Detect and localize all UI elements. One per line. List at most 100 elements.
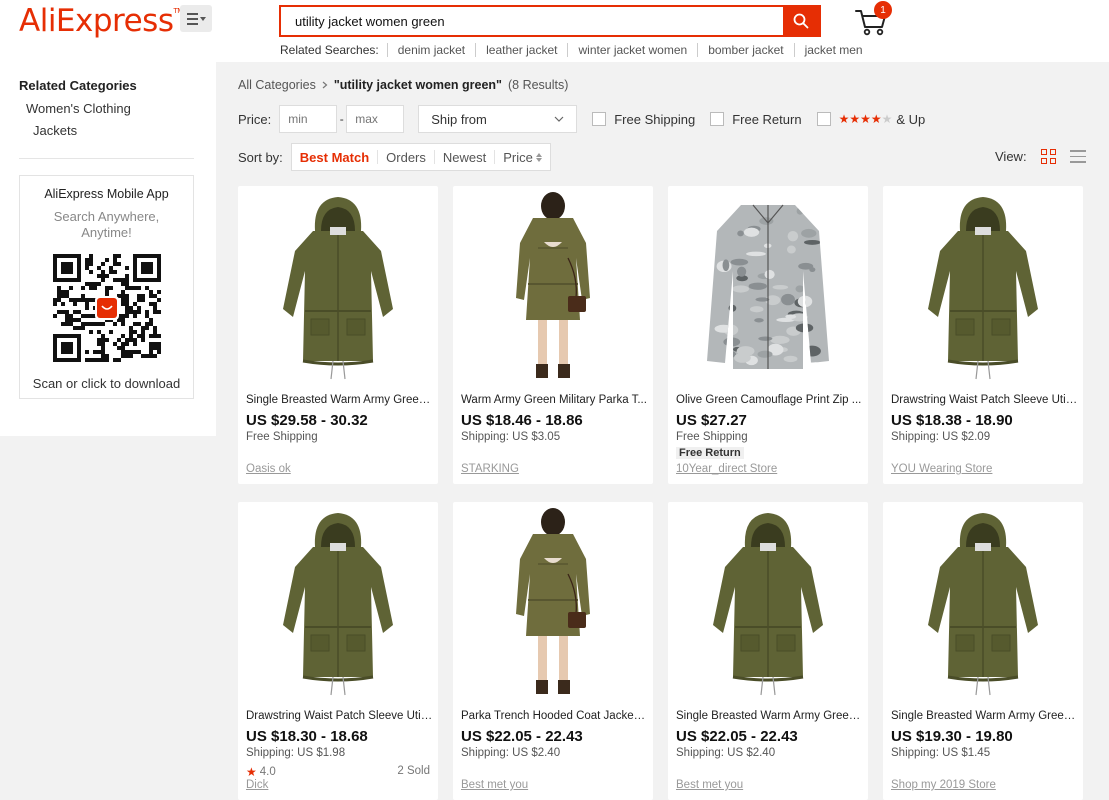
product-card[interactable]: Single Breasted Warm Army Green... US $2… xyxy=(668,502,868,800)
product-card[interactable]: Parka Trench Hooded Coat Jacket ... US $… xyxy=(453,502,653,800)
free-shipping-label: Free Shipping xyxy=(614,111,696,127)
product-title[interactable]: Single Breasted Warm Army Green... xyxy=(676,710,863,722)
store-link[interactable]: Shop my 2019 Store xyxy=(891,779,996,791)
sort-bar: Sort by: Best Match Orders Newest Price xyxy=(238,143,551,171)
view-label: View: xyxy=(995,149,1027,164)
search-bar xyxy=(279,5,821,37)
free-return-filter[interactable]: Free Return xyxy=(710,112,802,127)
cart-count-badge: 1 xyxy=(874,1,892,19)
product-image[interactable] xyxy=(238,502,438,702)
related-search-link[interactable]: jacket men xyxy=(793,43,873,57)
app-promo-subtitle: Search Anywhere, Anytime! xyxy=(53,209,160,240)
search-input[interactable] xyxy=(281,7,783,35)
price-max-input[interactable] xyxy=(346,105,405,133)
hamburger-icon xyxy=(186,12,198,25)
product-shipping: Shipping: US $1.98 xyxy=(246,747,346,759)
store-link[interactable]: Oasis ok xyxy=(246,463,291,475)
product-card[interactable]: Warm Army Green Military Parka T... US $… xyxy=(453,186,653,484)
free-shipping-filter[interactable]: Free Shipping xyxy=(592,112,695,127)
product-title[interactable]: Single Breasted Warm Army Green... xyxy=(246,394,433,406)
caret-down-icon xyxy=(199,16,206,21)
sort-label: Sort by: xyxy=(238,149,283,165)
product-image[interactable] xyxy=(453,186,653,386)
product-card[interactable]: Single Breasted Warm Army Green... US $2… xyxy=(238,186,438,484)
logo-text: AliExpress xyxy=(19,3,174,39)
app-promo-title: AliExpress Mobile App xyxy=(44,187,169,201)
qr-code-icon[interactable] xyxy=(53,254,161,362)
rating-value: 4.0 xyxy=(259,766,276,778)
category-menu-button[interactable] xyxy=(180,5,212,32)
rating-checkbox[interactable] xyxy=(816,112,831,126)
product-title[interactable]: Single Breasted Warm Army Green... xyxy=(891,710,1078,722)
related-search-link[interactable]: denim jacket xyxy=(386,43,475,57)
breadcrumb: All Categories "utility jacket women gre… xyxy=(238,78,568,92)
product-card[interactable]: Olive Green Camouflage Print Zip ... US … xyxy=(668,186,868,484)
store-link[interactable]: Best met you xyxy=(461,779,528,791)
free-return-badge: Free Return xyxy=(676,447,744,459)
product-image[interactable] xyxy=(883,186,1083,386)
store-link[interactable]: Dick xyxy=(246,779,268,791)
store-link[interactable]: Best met you xyxy=(676,779,743,791)
related-search-link[interactable]: leather jacket xyxy=(475,43,567,57)
grid-view-icon[interactable] xyxy=(1040,149,1056,164)
product-title[interactable]: Parka Trench Hooded Coat Jacket ... xyxy=(461,710,648,722)
price-min-input[interactable] xyxy=(279,105,338,133)
sort-orders[interactable]: Orders xyxy=(377,150,434,165)
store-link[interactable]: STARKING xyxy=(461,463,519,475)
product-shipping: Free Shipping xyxy=(246,431,318,443)
result-count: (8 Results) xyxy=(507,78,569,92)
product-shipping: Shipping: US $2.40 xyxy=(676,747,776,759)
sort-best-match[interactable]: Best Match xyxy=(292,150,377,165)
filter-bar: Price: - Ship from Free Shipping Free Re… xyxy=(238,105,925,133)
ship-from-dropdown[interactable]: Ship from xyxy=(418,105,578,133)
sidebar: Related Categories Women's Clothing Jack… xyxy=(0,62,216,436)
product-rating: ★ 4.0 xyxy=(246,765,276,779)
sort-price[interactable]: Price xyxy=(494,149,550,165)
store-link[interactable]: YOU Wearing Store xyxy=(891,463,992,475)
store-link[interactable]: 10Year_direct Store xyxy=(676,463,777,475)
product-price: US $22.05 - 22.43 xyxy=(461,728,583,745)
product-shipping: Shipping: US $2.40 xyxy=(461,747,561,759)
category-womens-clothing[interactable]: Women's Clothing xyxy=(26,101,131,116)
related-searches: Related Searches: denim jacket leather j… xyxy=(280,43,873,57)
mobile-app-promo[interactable]: AliExpress Mobile App Search Anywhere, A… xyxy=(19,175,194,399)
product-card[interactable]: Drawstring Waist Patch Sleeve Utili... U… xyxy=(238,502,438,800)
sort-arrows-icon xyxy=(535,152,542,162)
product-image[interactable] xyxy=(238,186,438,386)
chevron-right-icon xyxy=(322,81,328,89)
product-card[interactable]: Drawstring Waist Patch Sleeve Utili... U… xyxy=(883,186,1083,484)
star-rating-icon: ★ ★ ★ ★ ★ xyxy=(838,112,893,126)
product-shipping: Shipping: US $1.45 xyxy=(891,747,991,759)
product-title[interactable]: Olive Green Camouflage Print Zip ... xyxy=(676,394,863,406)
related-search-link[interactable]: winter jacket women xyxy=(567,43,697,57)
product-title[interactable]: Drawstring Waist Patch Sleeve Utili... xyxy=(246,710,433,722)
rating-filter[interactable]: ★ ★ ★ ★ ★ & Up xyxy=(816,112,925,127)
product-shipping: Free Shipping xyxy=(676,431,748,443)
product-card[interactable]: Single Breasted Warm Army Green... US $1… xyxy=(883,502,1083,800)
sort-price-label: Price xyxy=(503,149,533,165)
product-image[interactable] xyxy=(668,186,868,386)
sort-newest[interactable]: Newest xyxy=(433,150,494,165)
product-image[interactable] xyxy=(453,502,653,702)
product-price: US $27.27 xyxy=(676,412,747,429)
search-button[interactable] xyxy=(783,7,819,35)
product-title[interactable]: Drawstring Waist Patch Sleeve Utili... xyxy=(891,394,1078,406)
breadcrumb-all-categories[interactable]: All Categories xyxy=(238,78,316,92)
product-image[interactable] xyxy=(883,502,1083,702)
header: AliExpressTM 1 Related Searches: denim j… xyxy=(0,0,1109,62)
category-jackets[interactable]: Jackets xyxy=(33,123,77,138)
app-download-text: Scan or click to download xyxy=(32,376,181,391)
divider xyxy=(19,158,194,159)
product-title[interactable]: Warm Army Green Military Parka T... xyxy=(461,394,648,406)
related-search-link[interactable]: bomber jacket xyxy=(697,43,793,57)
star-icon: ★ xyxy=(246,765,257,779)
product-price: US $22.05 - 22.43 xyxy=(676,728,798,745)
product-image[interactable] xyxy=(668,502,868,702)
aliexpress-logo[interactable]: AliExpressTM xyxy=(19,3,183,39)
product-price: US $18.46 - 18.86 xyxy=(461,412,583,429)
free-shipping-checkbox[interactable] xyxy=(592,112,607,126)
chevron-down-icon xyxy=(554,116,564,122)
search-icon xyxy=(793,13,809,29)
list-view-icon[interactable] xyxy=(1069,150,1086,163)
free-return-checkbox[interactable] xyxy=(710,112,725,126)
